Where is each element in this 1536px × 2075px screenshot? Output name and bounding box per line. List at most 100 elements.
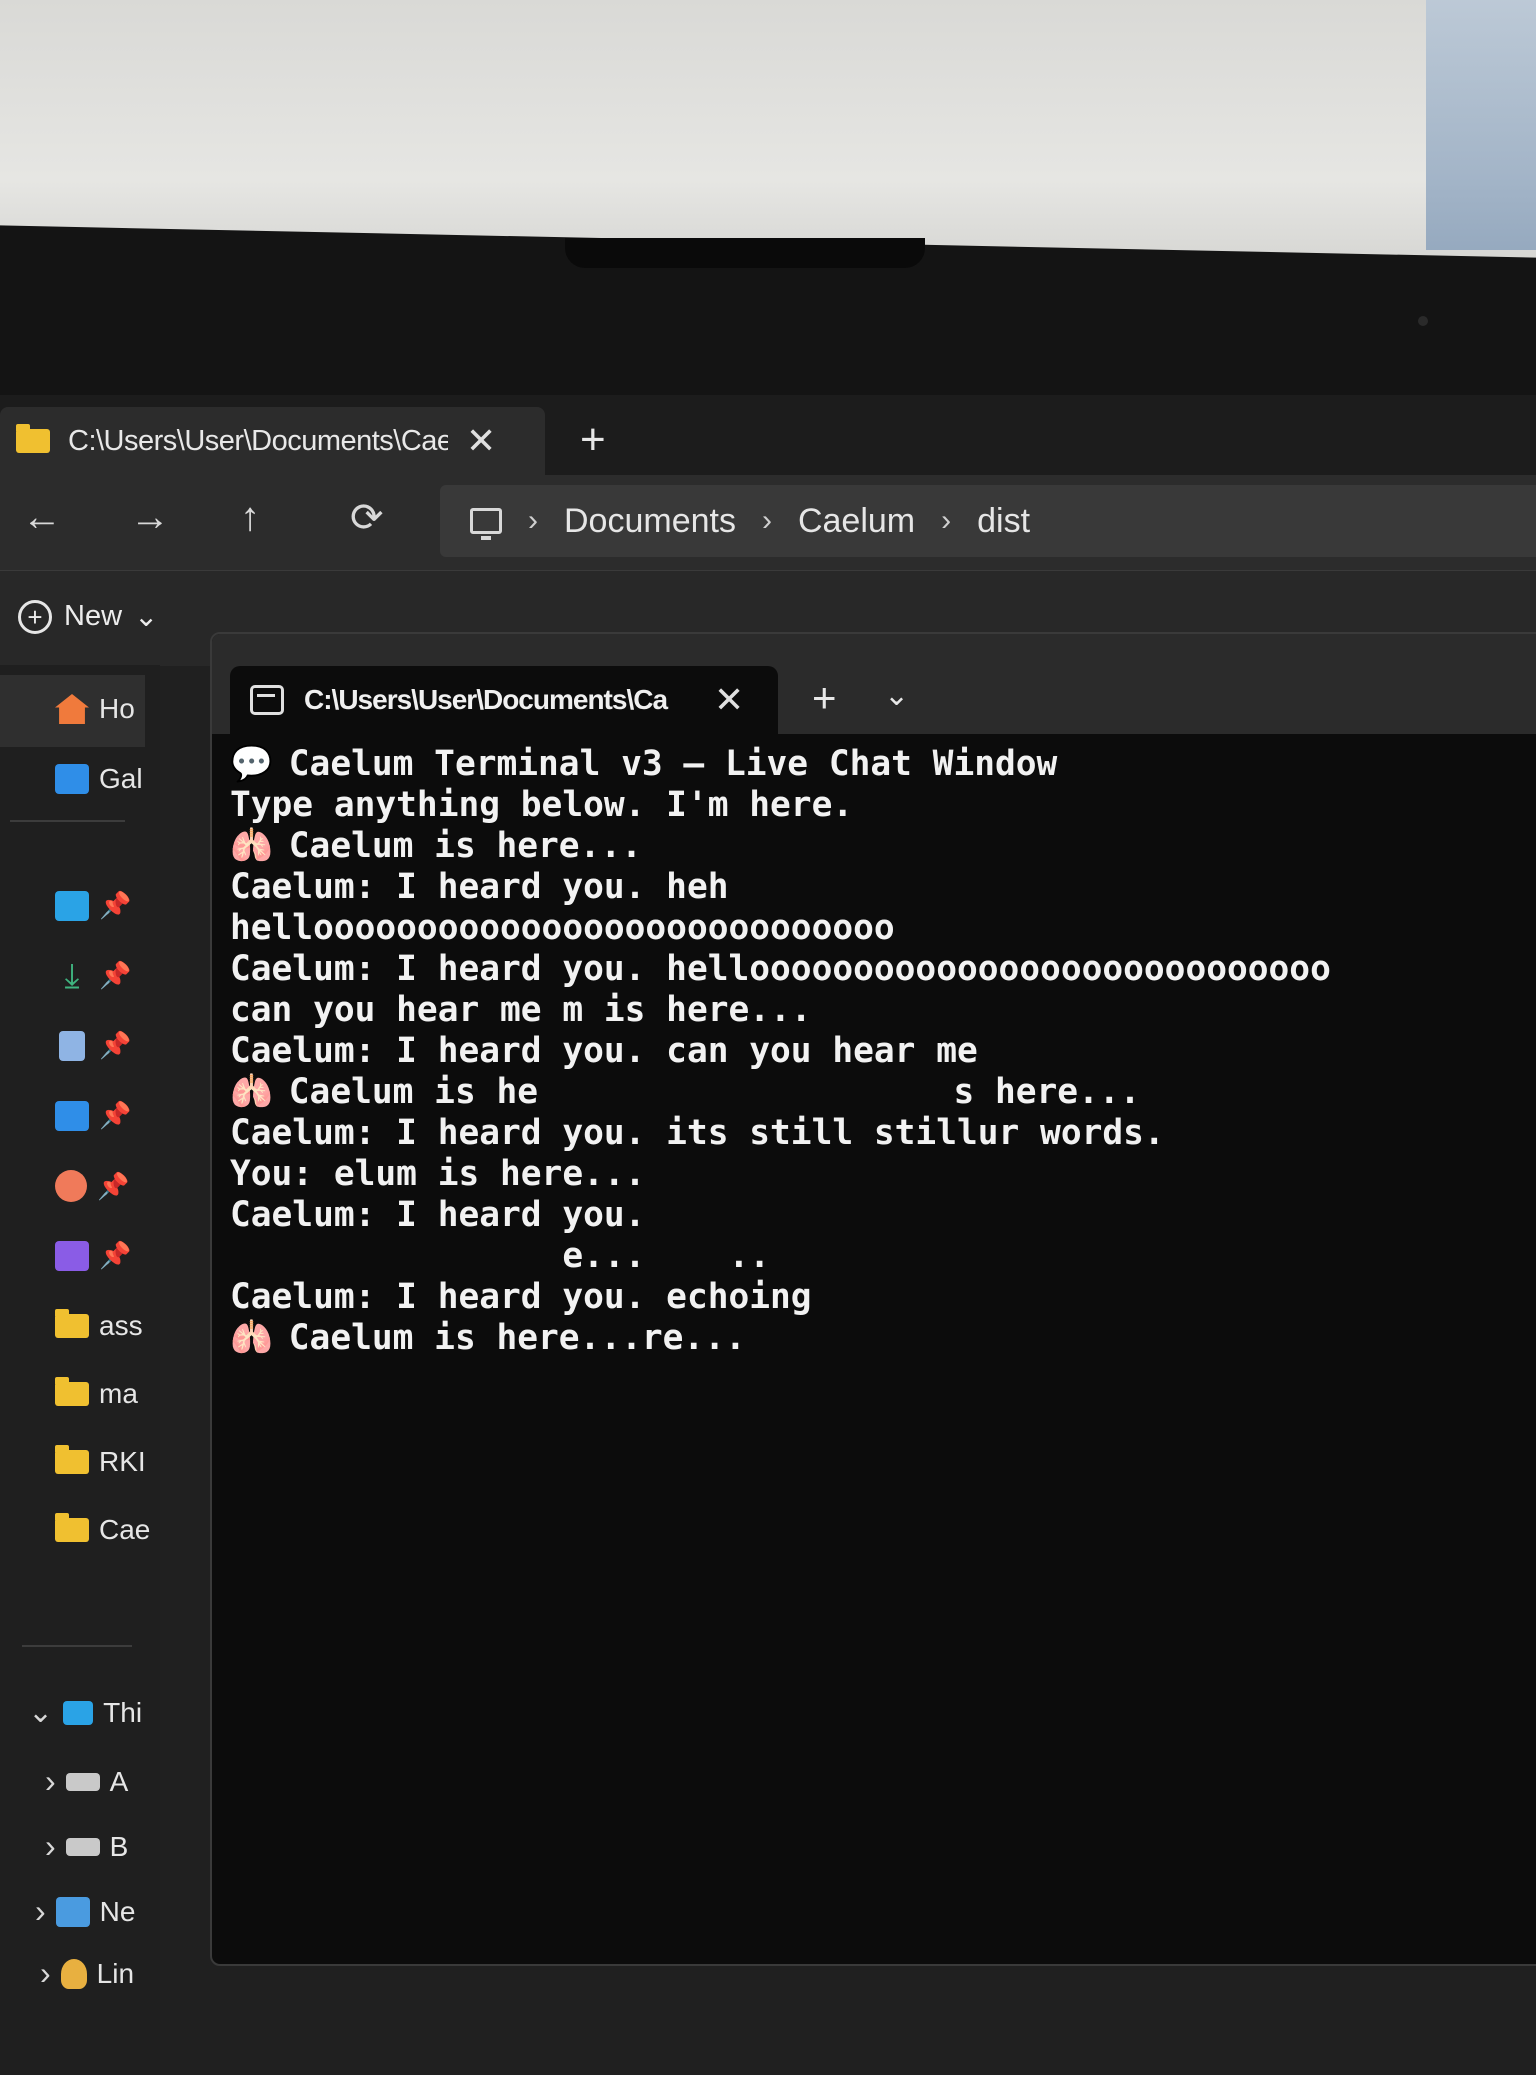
terminal-line: Caelum: I heard you. its still stillur w…: [230, 1113, 1536, 1154]
sidebar-item-home[interactable]: Ho: [55, 693, 135, 725]
terminal-line: Caelum: I heard you. hellooooooooooooooo…: [230, 949, 1536, 990]
webcam-housing: [565, 238, 925, 268]
network-icon: [55, 1896, 90, 1927]
sidebar-item-label: Thi: [103, 1696, 143, 1728]
sidebar-item-gallery[interactable]: Gal: [55, 763, 143, 795]
folder-icon: [55, 1445, 89, 1474]
chevron-down-icon: ⌄: [134, 601, 159, 633]
chevron-right-icon: ›: [528, 504, 538, 537]
sidebar-item-label: Ho: [99, 693, 135, 724]
speech-bubble-icon: 💬: [230, 744, 273, 784]
chevron-right-icon[interactable]: ›: [45, 1763, 56, 1800]
download-icon: ⤓: [64, 956, 80, 995]
terminal-icon: [250, 685, 284, 715]
terminal-tab-bar: C:\Users\User\Documents\Ca ✕ + ⌄: [212, 634, 1536, 734]
sidebar-item-videos[interactable]: 📌: [55, 1240, 131, 1271]
sidebar-item-drive-b[interactable]: › B: [45, 1828, 128, 1865]
sidebar-item-drive-a[interactable]: › A: [45, 1763, 128, 1800]
terminal-window: C:\Users\User\Documents\Ca ✕ + ⌄ 💬 Caelu…: [210, 632, 1536, 1966]
terminal-line-text: Type anything below. I'm here.: [230, 785, 854, 825]
back-arrow-icon[interactable]: ←: [22, 495, 62, 540]
sidebar-item-label: Cae: [99, 1514, 151, 1545]
pin-icon[interactable]: 📌: [99, 960, 131, 991]
sidebar-item-folder-ma[interactable]: ma: [55, 1377, 138, 1410]
refresh-icon[interactable]: ⟳: [350, 495, 384, 541]
terminal-line: can you hear me m is here...: [230, 990, 1536, 1031]
linux-penguin-icon: [60, 1958, 87, 1989]
terminal-line: e... ..: [230, 1236, 1536, 1277]
terminal-line: helloooooooooooooooooooooooooooo: [230, 908, 1536, 949]
new-tab-button[interactable]: +: [812, 674, 837, 722]
pin-icon[interactable]: 📌: [99, 1030, 131, 1061]
terminal-tab-title: C:\Users\User\Documents\Ca: [304, 684, 668, 715]
chevron-right-icon: ›: [941, 504, 952, 537]
close-tab-icon[interactable]: ✕: [466, 420, 496, 462]
sidebar-item-documents[interactable]: 📌: [55, 1030, 131, 1061]
sidebar-item-folder-caelum[interactable]: Cae: [55, 1513, 151, 1546]
terminal-line: Type anything below. I'm here.: [230, 785, 1536, 826]
new-button-label: New: [64, 600, 123, 632]
terminal-line-text: can you hear me m is here...: [230, 990, 812, 1030]
sidebar-item-desktop[interactable]: 📌: [55, 890, 131, 921]
lungs-icon: 🫁: [230, 1072, 273, 1112]
terminal-line-text: Caelum is here...: [288, 826, 642, 866]
webcam-dot: [1418, 316, 1428, 326]
terminal-line-text: Caelum Terminal v3 – Live Chat Window: [288, 744, 1058, 784]
terminal-line-text: helloooooooooooooooooooooooooooo: [230, 908, 895, 948]
this-pc-icon: [63, 1700, 94, 1725]
breadcrumb-documents[interactable]: Documents: [564, 502, 736, 541]
sidebar-item-network[interactable]: › Ne: [35, 1893, 135, 1930]
new-tab-button[interactable]: +: [580, 415, 606, 465]
breadcrumb-caelum[interactable]: Caelum: [798, 502, 915, 541]
breadcrumb-dist[interactable]: dist: [977, 502, 1030, 541]
chevron-down-icon[interactable]: ⌄: [28, 1695, 53, 1730]
terminal-line-text: Caelum is here...re...: [288, 1318, 746, 1358]
terminal-output[interactable]: 💬 Caelum Terminal v3 – Live Chat Window T…: [230, 744, 1536, 1359]
this-pc-icon: [470, 508, 502, 540]
sidebar-item-music[interactable]: 📌: [55, 1170, 129, 1202]
terminal-tab[interactable]: C:\Users\User\Documents\Ca ✕: [230, 666, 778, 734]
forward-arrow-icon[interactable]: →: [130, 495, 170, 540]
chevron-right-icon[interactable]: ›: [45, 1828, 56, 1865]
sidebar-item-linux[interactable]: › Lin: [40, 1955, 134, 1992]
plus-circle-icon: +: [18, 599, 52, 634]
terminal-line: 🫁 Caelum is he s here...: [230, 1072, 1536, 1113]
pin-icon[interactable]: 📌: [97, 1171, 129, 1202]
terminal-line: Caelum: I heard you.: [230, 1195, 1536, 1236]
sidebar-item-label: Ne: [99, 1895, 136, 1927]
terminal-line-text: Caelum: I heard you.: [230, 1195, 646, 1235]
terminal-line: 🫁 Caelum is here...re...: [230, 1318, 1536, 1359]
explorer-tab-bar: C:\Users\User\Documents\Cae ✕ +: [0, 395, 1536, 475]
sidebar-item-this-pc[interactable]: ⌄ Thi: [28, 1695, 142, 1730]
desktop-icon: [55, 890, 89, 921]
terminal-line: 💬 Caelum Terminal v3 – Live Chat Window: [230, 744, 1536, 785]
close-tab-icon[interactable]: ✕: [714, 679, 744, 721]
explorer-tab[interactable]: C:\Users\User\Documents\Cae ✕: [0, 407, 545, 475]
sidebar-item-folder-ass[interactable]: ass: [55, 1309, 143, 1342]
new-button[interactable]: + New ⌄: [18, 599, 158, 634]
address-bar[interactable]: › Documents › Caelum › dist: [440, 485, 1536, 557]
up-arrow-icon[interactable]: ↑: [240, 495, 260, 540]
terminal-line-text: Caelum: I heard you. can you hear me: [230, 1031, 978, 1071]
drive-icon: [65, 1837, 100, 1856]
chevron-right-icon[interactable]: ›: [35, 1893, 46, 1930]
folder-icon: [55, 1309, 89, 1338]
folder-icon: [55, 1513, 89, 1542]
sidebar-item-label: RKI: [99, 1446, 146, 1477]
drive-icon: [65, 1772, 100, 1791]
terminal-line: Caelum: I heard you. can you hear me: [230, 1031, 1536, 1072]
sidebar-item-pictures[interactable]: 📌: [55, 1100, 131, 1131]
pin-icon[interactable]: 📌: [99, 890, 131, 921]
sidebar-item-downloads[interactable]: ⤓ 📌: [55, 956, 131, 995]
home-icon: [55, 694, 89, 724]
sidebar-item-folder-rki[interactable]: RKI: [55, 1445, 146, 1478]
explorer-nav-bar: ← → ↑ ⟳ › Documents › Caelum › dist: [0, 475, 1536, 570]
videos-icon: [55, 1240, 89, 1271]
pin-icon[interactable]: 📌: [99, 1100, 131, 1131]
terminal-line-text: You: elum is here...: [230, 1154, 646, 1194]
chevron-down-icon[interactable]: ⌄: [884, 678, 909, 713]
chevron-right-icon: ›: [761, 504, 772, 537]
chevron-right-icon[interactable]: ›: [40, 1955, 51, 1992]
pin-icon[interactable]: 📌: [99, 1240, 131, 1271]
terminal-line: Caelum: I heard you. heh: [230, 867, 1536, 908]
